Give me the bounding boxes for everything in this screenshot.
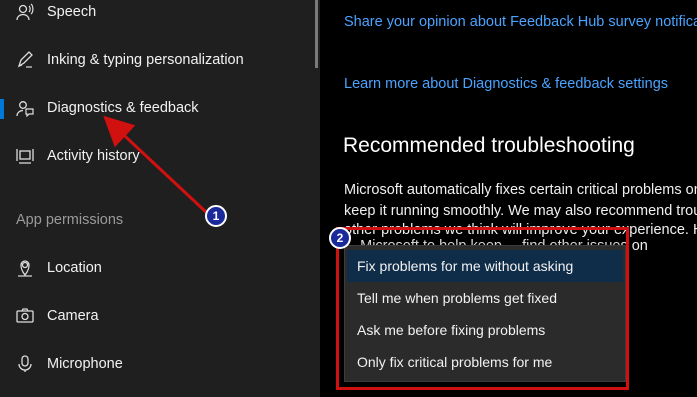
location-icon — [15, 258, 35, 278]
speech-icon — [15, 2, 35, 22]
sidebar-item-diagnostics-feedback[interactable]: Diagnostics & feedback — [0, 86, 320, 130]
description-text-line: keep it running smoothly. We may also re… — [344, 203, 697, 219]
option-ask-before-fixing[interactable]: Ask me before fixing problems — [345, 314, 625, 346]
recommended-troubleshooting-title: Recommended troubleshooting — [343, 134, 635, 157]
microphone-icon — [15, 354, 35, 374]
option-tell-me-when-fixed[interactable]: Tell me when problems get fixed — [345, 282, 625, 314]
activity-history-icon — [15, 146, 35, 166]
camera-icon — [15, 306, 35, 326]
sidebar-item-inking-typing[interactable]: Inking & typing personalization — [0, 38, 320, 82]
selection-indicator — [0, 99, 4, 119]
sidebar-item-label: Diagnostics & feedback — [47, 100, 199, 116]
sidebar-item-label: Location — [47, 260, 102, 276]
pen-icon — [15, 50, 35, 70]
sidebar-item-label: Speech — [47, 4, 97, 20]
diagnostics-feedback-icon — [15, 98, 35, 118]
feedback-hub-survey-link[interactable]: Share your opinion about Feedback Hub su… — [344, 14, 697, 30]
sidebar-item-label: Activity history — [47, 148, 140, 164]
learn-more-diagnostics-link[interactable]: Learn more about Diagnostics & feedback … — [344, 76, 668, 92]
sidebar-item-activity-history[interactable]: Activity history — [0, 134, 320, 178]
app-permissions-heading: App permissions — [16, 212, 124, 228]
sidebar-item-speech[interactable]: Speech — [0, 0, 320, 34]
sidebar-item-label: Inking & typing personalization — [47, 52, 244, 68]
sidebar-item-microphone[interactable]: Microphone — [0, 342, 320, 386]
sidebar-scrollbar[interactable] — [315, 0, 318, 68]
sidebar-item-location[interactable]: Location — [0, 246, 320, 290]
description-text-line: Microsoft automatically fixes certain cr… — [344, 182, 697, 198]
description-text-line: other problems we think will improve you… — [344, 222, 697, 238]
troubleshooting-options-dropdown[interactable]: Fix problems for me without asking Tell … — [344, 245, 626, 382]
sidebar-item-label: Camera — [47, 308, 99, 324]
option-fix-without-asking[interactable]: Fix problems for me without asking — [347, 250, 623, 282]
option-only-critical[interactable]: Only fix critical problems for me — [345, 346, 625, 378]
settings-sidebar: Speech Inking & typing personalization D… — [0, 0, 320, 397]
sidebar-item-label: Microphone — [47, 356, 123, 372]
sidebar-item-camera[interactable]: Camera — [0, 294, 320, 338]
